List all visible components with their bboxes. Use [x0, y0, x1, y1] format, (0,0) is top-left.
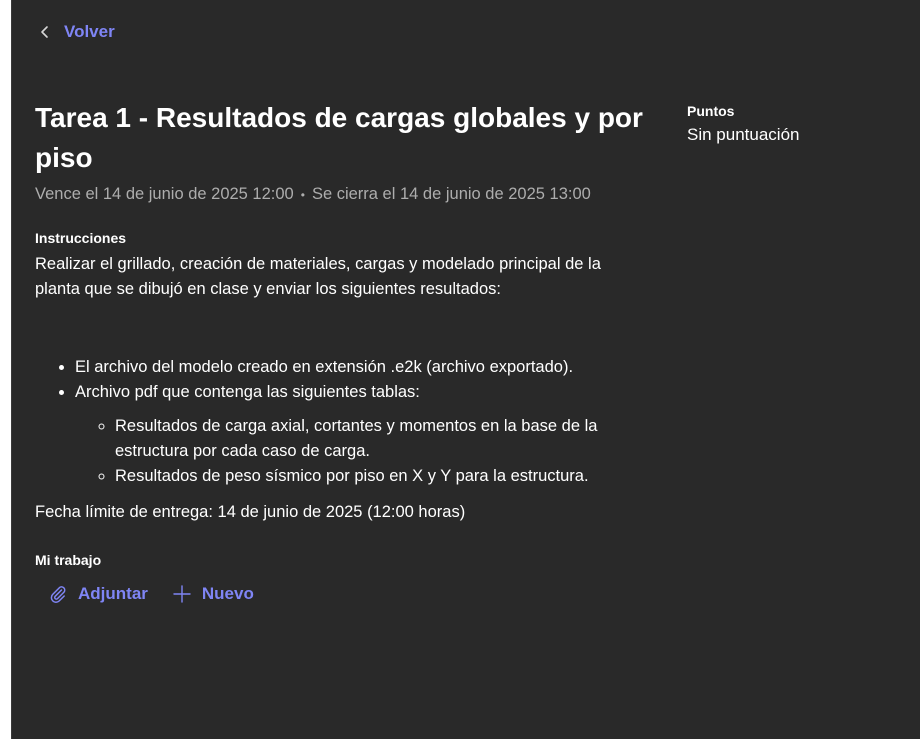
back-button[interactable]: Volver: [38, 22, 115, 42]
points-value: Sin puntuación: [687, 125, 800, 144]
assignment-details: Tarea 1 - Resultados de cargas globales …: [35, 98, 645, 604]
due-date: Vence el 14 de junio de 2025 12:00: [35, 185, 294, 203]
points-panel: Puntos Sin puntuación: [687, 103, 799, 145]
new-label: Nuevo: [201, 584, 254, 603]
my-work-label: Mi trabajo: [35, 552, 102, 568]
instructions-label: Instrucciones: [35, 230, 127, 246]
plus-icon: [173, 585, 191, 603]
paperclip-icon: [50, 586, 66, 603]
deadline-text: Fecha límite de entrega: 14 de junio de …: [35, 503, 466, 521]
assignment-dates: Vence el 14 de junio de 2025 12:00 • Se …: [35, 185, 645, 204]
assignment-panel: Volver Tarea 1 - Resultados de cargas gl…: [11, 0, 920, 739]
instructions-list: El archivo del modelo creado en extensió…: [35, 355, 645, 489]
points-label: Puntos: [687, 103, 735, 119]
attach-label: Adjuntar: [78, 584, 148, 603]
sub-list-item: Resultados de peso sísmico por piso en X…: [115, 464, 645, 489]
list-item: El archivo del modelo creado en extensió…: [75, 355, 645, 380]
list-item-text: Archivo pdf que contenga las siguientes …: [75, 383, 420, 401]
sub-list: Resultados de carga axial, cortantes y m…: [75, 414, 645, 489]
sub-list-item: Resultados de carga axial, cortantes y m…: [115, 414, 645, 464]
attach-button[interactable]: Adjuntar: [48, 584, 148, 604]
close-date: Se cierra el 14 de junio de 2025 13:00: [311, 185, 591, 203]
page-title: Tarea 1 - Resultados de cargas globales …: [35, 102, 643, 173]
new-button[interactable]: Nuevo: [172, 584, 254, 604]
instructions-text: Realizar el grillado, creación de materi…: [35, 255, 601, 298]
back-label: Volver: [64, 22, 115, 41]
date-separator: •: [300, 187, 305, 202]
my-work-actions: Adjuntar Nuevo: [48, 584, 645, 604]
list-item: Archivo pdf que contenga las siguientes …: [75, 380, 645, 489]
chevron-left-icon: [41, 26, 48, 38]
